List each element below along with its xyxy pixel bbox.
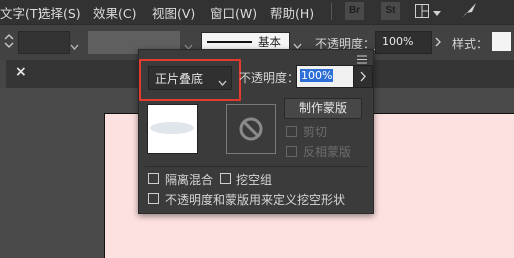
menu-view[interactable]: 视图(V)	[152, 3, 195, 22]
invert-mask-label: 反相蒙版	[303, 145, 352, 159]
stroke-weight-field[interactable]	[18, 31, 70, 54]
panel-opacity-label: 不透明度：	[239, 71, 300, 85]
prohibited-icon	[239, 117, 263, 141]
panel-opacity-field[interactable]: 100%	[296, 65, 354, 88]
tab-edge	[0, 60, 6, 88]
opacity-slider-button[interactable]	[353, 65, 373, 88]
opacity-value: 100%	[382, 35, 414, 48]
panel-divider	[145, 166, 367, 167]
stroke-line-preview	[207, 41, 252, 43]
thumbnail-shape	[150, 122, 194, 134]
arrange-documents-icon[interactable]	[415, 4, 429, 18]
chevron-right-icon[interactable]	[434, 36, 442, 50]
bridge-button[interactable]: Br	[345, 2, 364, 20]
menu-text[interactable]: 文字(T)	[0, 3, 42, 22]
menu-divider	[331, 3, 332, 20]
clip-checkbox[interactable]	[286, 126, 297, 137]
stock-button[interactable]: St	[381, 2, 400, 20]
graphic-style-swatch[interactable]	[492, 32, 511, 51]
opacity-field[interactable]: 100%	[375, 31, 432, 54]
style-label: 样式：	[452, 37, 489, 51]
opacity-mask-thumbnail[interactable]	[226, 104, 276, 154]
feather-icon[interactable]	[460, 2, 478, 23]
menu-help[interactable]: 帮助(H)	[270, 3, 314, 22]
menu-window[interactable]: 窗口(W)	[210, 3, 257, 22]
knockout-group-label: 挖空组	[236, 173, 273, 187]
opacity-mask-knockout-label: 不透明度和蒙版用来定义挖空形状	[165, 193, 346, 207]
close-tab-icon[interactable]: ×	[15, 64, 27, 80]
isolate-blending-label: 隔离混合	[165, 173, 214, 187]
transparency-panel: 正片叠底 不透明度： 100% 制作蒙版 剪切 反相蒙版 隔离混合 挖空组 不透…	[138, 49, 374, 214]
opacity-mask-knockout-checkbox[interactable]	[148, 193, 159, 204]
artwork-thumbnail[interactable]	[147, 104, 198, 154]
knockout-group-checkbox[interactable]	[220, 173, 231, 184]
chevron-down-icon[interactable]	[70, 39, 79, 53]
make-mask-button[interactable]: 制作蒙版	[284, 98, 362, 119]
stepper-icon[interactable]	[4, 33, 14, 52]
clip-label: 剪切	[303, 125, 328, 139]
stroke-profile-label: 基本	[258, 35, 281, 49]
invert-mask-checkbox[interactable]	[286, 146, 297, 157]
panel-opacity-value: 100%	[300, 69, 334, 82]
isolate-blending-checkbox[interactable]	[148, 173, 159, 184]
menu-select[interactable]: 选择(S)	[38, 3, 81, 22]
menu-effect[interactable]: 效果(C)	[93, 3, 136, 22]
menu-bar: 文字(T) 选择(S) 效果(C) 视图(V) 窗口(W) 帮助(H) Br S…	[0, 0, 514, 24]
arrange-dropdown-icon[interactable]	[433, 6, 441, 20]
highlight-box	[139, 59, 241, 101]
